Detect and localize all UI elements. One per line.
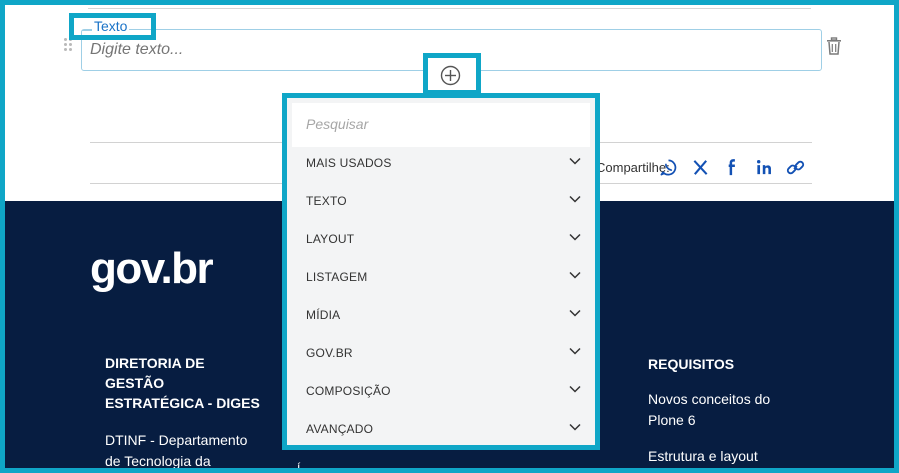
chevron-down-icon	[569, 195, 581, 203]
block-group-avancado[interactable]: AVANÇADO	[292, 409, 590, 447]
footer-link-estrutura[interactable]: Estrutura e layout	[648, 446, 758, 467]
drag-handle-icon[interactable]	[64, 38, 74, 54]
block-group-texto[interactable]: TEXTO	[292, 181, 590, 219]
block-search-area	[292, 103, 590, 147]
footer-link-line: DTINF - Departamento	[105, 432, 248, 448]
x-icon[interactable]	[691, 158, 710, 177]
link-icon[interactable]	[786, 158, 805, 177]
legend-line	[82, 30, 92, 31]
govbr-logo[interactable]: gov.br	[90, 246, 230, 302]
footer-link-line: Estrutura e layout	[648, 448, 758, 464]
text-field-placeholder: Digite texto...	[90, 41, 184, 58]
chevron-down-icon	[569, 309, 581, 317]
block-chooser-menu: MAIS USADOS TEXTO LAYOUT LISTAGEM MÍDIA …	[282, 93, 600, 450]
facebook-icon[interactable]	[723, 158, 742, 177]
chevron-down-icon	[569, 271, 581, 279]
block-group-label: GOV.BR	[306, 346, 353, 360]
block-group-label: TEXTO	[306, 194, 347, 208]
plus-circle-icon[interactable]	[440, 65, 461, 86]
whatsapp-icon[interactable]	[659, 158, 678, 177]
block-group-govbr[interactable]: GOV.BR	[292, 333, 590, 371]
footer-link-line: Novos conceitos do	[648, 391, 771, 407]
footer-col1-title: DIRETORIA DE GESTÃO ESTRATÉGICA - DIGES	[105, 353, 260, 413]
footer-col1-title-line: ESTRATÉGICA - DIGES	[105, 395, 260, 411]
chevron-down-icon	[569, 347, 581, 355]
block-group-label: MÍDIA	[306, 308, 341, 322]
block-group-label: LISTAGEM	[306, 270, 368, 284]
footer-col1-title-line: DIRETORIA DE	[105, 355, 205, 371]
chevron-down-icon	[569, 233, 581, 241]
svg-text:gov.br: gov.br	[90, 246, 214, 293]
footer-link-line: Plone 6	[648, 412, 696, 428]
chevron-down-icon	[569, 385, 581, 393]
footer-partial-text: Í	[297, 462, 301, 473]
block-group-label: AVANÇADO	[306, 422, 374, 436]
block-group-label: MAIS USADOS	[306, 156, 392, 170]
field-legend: Texto	[92, 18, 130, 34]
footer-link-novos-conceitos[interactable]: Novos conceitos do Plone 6	[648, 389, 770, 431]
block-search-input[interactable]	[306, 116, 566, 132]
block-group-midia[interactable]: MÍDIA	[292, 295, 590, 333]
top-divider	[88, 8, 811, 9]
footer-col1-title-line: GESTÃO	[105, 375, 165, 391]
footer-link-line: de Tecnologia da	[105, 453, 211, 469]
trash-icon[interactable]	[826, 37, 842, 55]
linkedin-icon[interactable]	[755, 158, 774, 177]
chevron-down-icon	[569, 157, 581, 165]
chevron-down-icon	[569, 423, 581, 431]
block-group-mais-usados[interactable]: MAIS USADOS	[292, 143, 590, 181]
block-group-listagem[interactable]: LISTAGEM	[292, 257, 590, 295]
block-group-label: COMPOSIÇÃO	[306, 384, 391, 398]
footer-link-dtinf[interactable]: DTINF - Departamento de Tecnologia da	[105, 430, 247, 472]
footer-col3-title: REQUISITOS	[648, 356, 735, 372]
block-group-layout[interactable]: LAYOUT	[292, 219, 590, 257]
block-group-composicao[interactable]: COMPOSIÇÃO	[292, 371, 590, 409]
block-group-label: LAYOUT	[306, 232, 355, 246]
